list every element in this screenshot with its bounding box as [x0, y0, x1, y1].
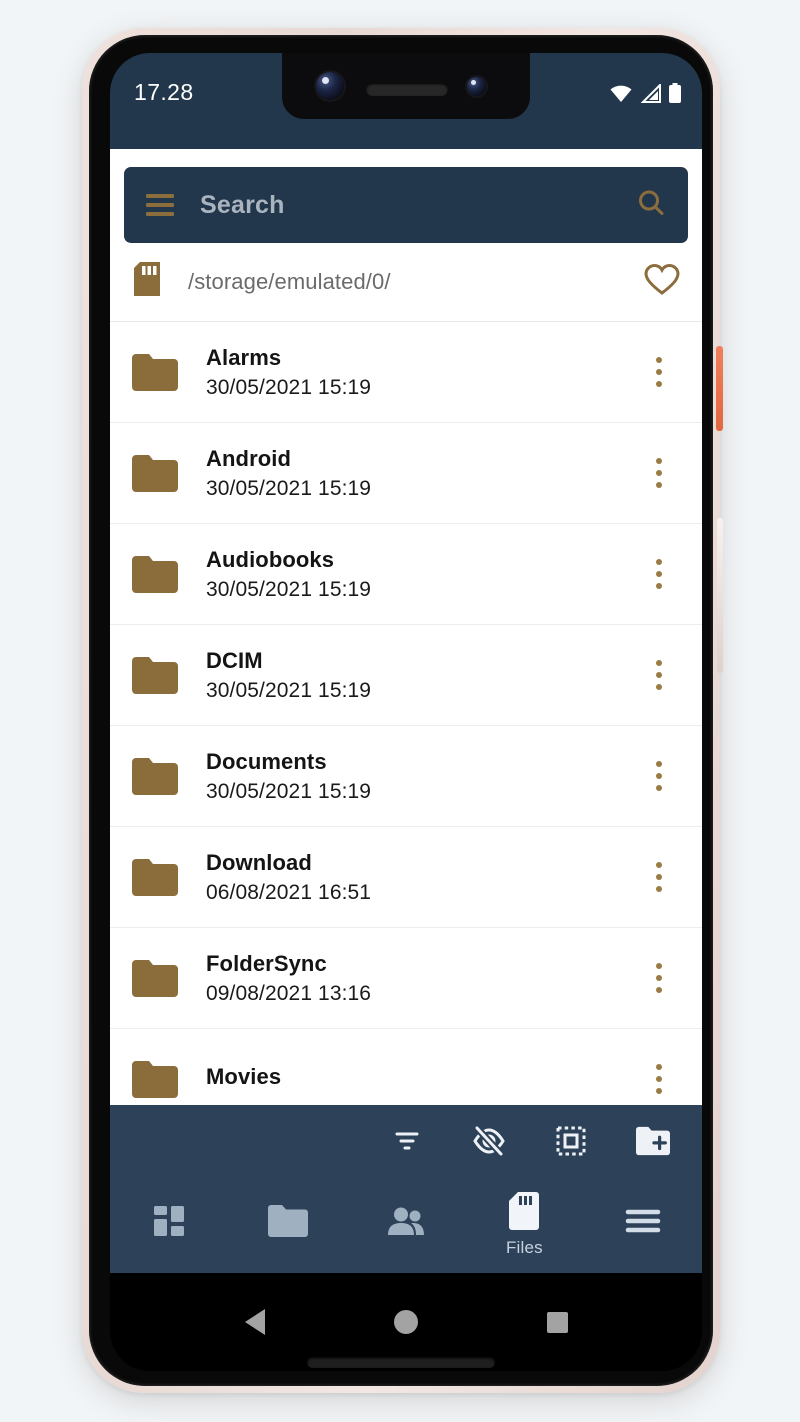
phone-screen: 17.28 Search /storage/emulated/0/ Alarms… — [110, 53, 702, 1371]
status-bar-icons — [609, 82, 682, 109]
folder-icon — [132, 1060, 180, 1098]
folder-icon — [132, 757, 180, 795]
back-triangle-icon[interactable] — [244, 1309, 265, 1335]
app-content: Search /storage/emulated/0/ Alarms 30/05… — [110, 149, 702, 1177]
bottom-speaker-grille — [307, 1357, 495, 1368]
front-camera-secondary-icon — [467, 77, 486, 96]
overflow-menu-icon[interactable] — [642, 1064, 680, 1094]
overflow-menu-icon[interactable] — [642, 761, 680, 791]
phone-frame: 17.28 Search /storage/emulated/0/ Alarms… — [82, 28, 723, 1393]
dashboard-grid-icon — [152, 1204, 186, 1243]
overflow-menu-icon[interactable] — [642, 458, 680, 488]
nav-item-accounts[interactable] — [347, 1177, 465, 1273]
table-row[interactable]: Alarms 30/05/2021 15:19 — [110, 322, 702, 423]
nav-label: Files — [505, 1238, 543, 1257]
table-row[interactable]: FolderSync 09/08/2021 13:16 — [110, 928, 702, 1029]
search-bar[interactable]: Search — [124, 167, 688, 243]
battery-icon — [668, 83, 682, 109]
heart-outline-icon[interactable] — [644, 263, 680, 301]
action-toolbar — [110, 1105, 702, 1177]
folder-icon — [132, 959, 180, 997]
folder-pairs-icon — [267, 1205, 308, 1242]
table-row[interactable]: Audiobooks 30/05/2021 15:19 — [110, 524, 702, 625]
hide-hidden-files-icon[interactable] — [472, 1124, 506, 1158]
folder-icon — [132, 656, 180, 694]
volume-rocker-button[interactable] — [717, 518, 723, 673]
file-date: 30/05/2021 15:19 — [206, 678, 372, 702]
file-date: 09/08/2021 13:16 — [206, 981, 372, 1005]
sd-card-icon — [509, 1192, 540, 1235]
new-folder-icon[interactable] — [636, 1124, 670, 1158]
file-date: 30/05/2021 15:19 — [206, 779, 372, 803]
select-all-icon[interactable] — [554, 1124, 588, 1158]
display-notch — [282, 53, 530, 119]
accounts-people-icon — [386, 1206, 426, 1241]
status-bar: 17.28 — [110, 53, 702, 149]
earpiece-speaker — [366, 83, 448, 96]
table-row[interactable]: Documents 30/05/2021 15:19 — [110, 726, 702, 827]
file-name: FolderSync — [206, 950, 327, 976]
folder-icon — [132, 555, 180, 593]
table-row[interactable]: Download 06/08/2021 16:51 — [110, 827, 702, 928]
folder-icon — [132, 454, 180, 492]
overflow-menu-icon[interactable] — [642, 862, 680, 892]
file-name: Android — [206, 445, 292, 471]
folder-icon — [132, 858, 180, 896]
overflow-menu-icon[interactable] — [642, 559, 680, 589]
nav-item-files[interactable]: Files — [465, 1177, 583, 1273]
power-button[interactable] — [716, 346, 723, 431]
file-list: Alarms 30/05/2021 15:19 Android 30/05/20… — [110, 322, 702, 1130]
cellular-signal-icon — [640, 82, 661, 108]
file-name: Alarms — [206, 344, 282, 370]
file-date: 30/05/2021 15:19 — [206, 476, 372, 500]
nav-item-folder-pairs[interactable] — [228, 1177, 346, 1273]
front-camera-main-icon — [316, 72, 344, 100]
overflow-menu-icon[interactable] — [642, 963, 680, 993]
overflow-menu-icon[interactable] — [642, 660, 680, 690]
phone-bezel: 17.28 Search /storage/emulated/0/ Alarms… — [89, 35, 713, 1386]
nav-item-more[interactable] — [584, 1177, 702, 1273]
search-input[interactable]: Search — [200, 191, 636, 220]
sort-filter-icon[interactable] — [390, 1124, 424, 1158]
file-name: Documents — [206, 748, 327, 774]
folder-icon — [132, 353, 180, 391]
table-row[interactable]: DCIM 30/05/2021 15:19 — [110, 625, 702, 726]
file-name: Movies — [206, 1063, 282, 1089]
hamburger-menu-icon[interactable] — [146, 194, 174, 216]
overflow-menu-icon[interactable] — [642, 357, 680, 387]
file-name: DCIM — [206, 647, 263, 673]
wifi-icon — [609, 84, 633, 108]
file-date: 06/08/2021 16:51 — [206, 880, 372, 904]
file-date: 30/05/2021 15:19 — [206, 375, 372, 399]
sd-card-icon — [132, 261, 162, 303]
file-date: 30/05/2021 15:19 — [206, 577, 372, 601]
status-bar-clock: 17.28 — [134, 79, 194, 105]
path-bar[interactable]: /storage/emulated/0/ — [110, 243, 702, 322]
table-row[interactable]: Android 30/05/2021 15:19 — [110, 423, 702, 524]
current-path: /storage/emulated/0/ — [188, 269, 391, 294]
file-name: Download — [206, 849, 312, 875]
home-circle-icon[interactable] — [393, 1310, 418, 1334]
hamburger-menu-icon — [625, 1207, 661, 1240]
search-icon[interactable] — [636, 188, 666, 223]
recents-square-icon[interactable] — [546, 1311, 568, 1333]
nav-item-dashboard[interactable] — [110, 1177, 228, 1273]
bottom-navigation: Files — [110, 1177, 702, 1273]
file-name: Audiobooks — [206, 546, 335, 572]
